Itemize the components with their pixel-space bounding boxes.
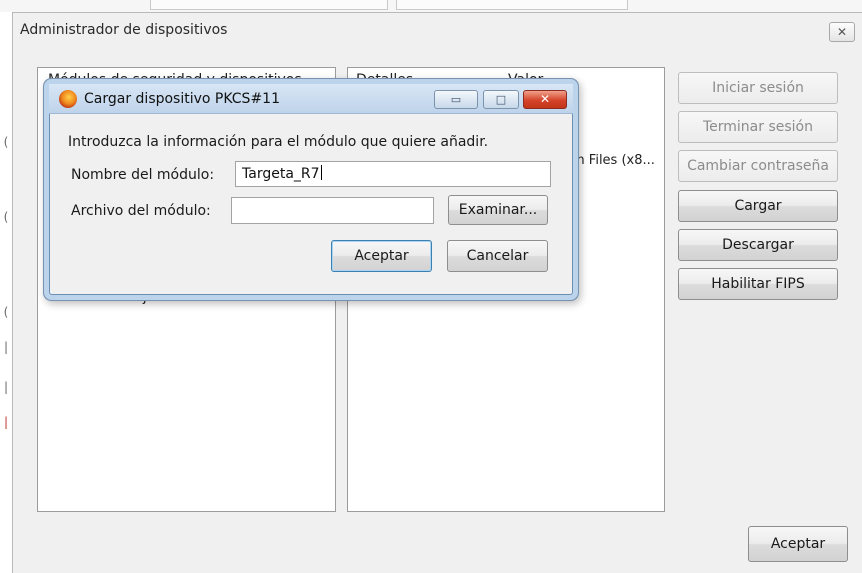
change-password-button[interactable]: Cambiar contraseña [678,150,838,182]
minimize-button[interactable]: ▭ [434,90,478,109]
module-name-field[interactable]: Targeta_R7 [235,161,551,187]
maximize-button[interactable]: □ [483,90,519,109]
logout-button[interactable]: Terminar sesión [678,111,838,143]
close-icon: ✕ [836,25,848,39]
enable-fips-button[interactable]: Habilitar FIPS [678,268,838,300]
left-edge-fragment: | [3,380,9,394]
browse-button[interactable]: Examinar... [448,195,548,225]
dialog-instructions: Introduzca la información para el módulo… [68,134,489,150]
load-button[interactable]: Cargar [678,190,838,222]
minimize-icon: ▭ [450,93,462,106]
left-edge-fragment: ( [3,135,9,149]
module-file-label: Archivo del módulo: [71,203,211,219]
background-tab [150,0,388,10]
dialog-close-button[interactable]: ✕ [523,90,567,109]
window-close-button[interactable]: ✕ [829,22,855,42]
left-edge-fragment: | [3,415,9,429]
left-edge-fragment: ( [3,210,9,224]
left-edge-fragment: ( [3,305,9,319]
details-value-cell: m Files (x8... [572,153,655,168]
dialog-accept-button[interactable]: Aceptar [331,240,432,272]
window-title: Administrador de dispositivos [20,22,228,38]
close-icon: ✕ [539,92,551,106]
maximize-icon: □ [495,93,507,106]
dialog-cancel-button[interactable]: Cancelar [447,240,548,272]
dialog-title: Cargar dispositivo PKCS#11 [84,91,280,107]
module-file-field[interactable] [231,197,434,224]
left-edge-fragment: | [3,340,9,354]
background-tab [396,0,628,10]
login-button[interactable]: Iniciar sesión [678,72,838,104]
firefox-icon [59,90,77,108]
unload-button[interactable]: Descargar [678,229,838,261]
module-name-label: Nombre del módulo: [71,167,215,183]
main-accept-button[interactable]: Aceptar [748,526,848,562]
text-caret [320,165,322,180]
